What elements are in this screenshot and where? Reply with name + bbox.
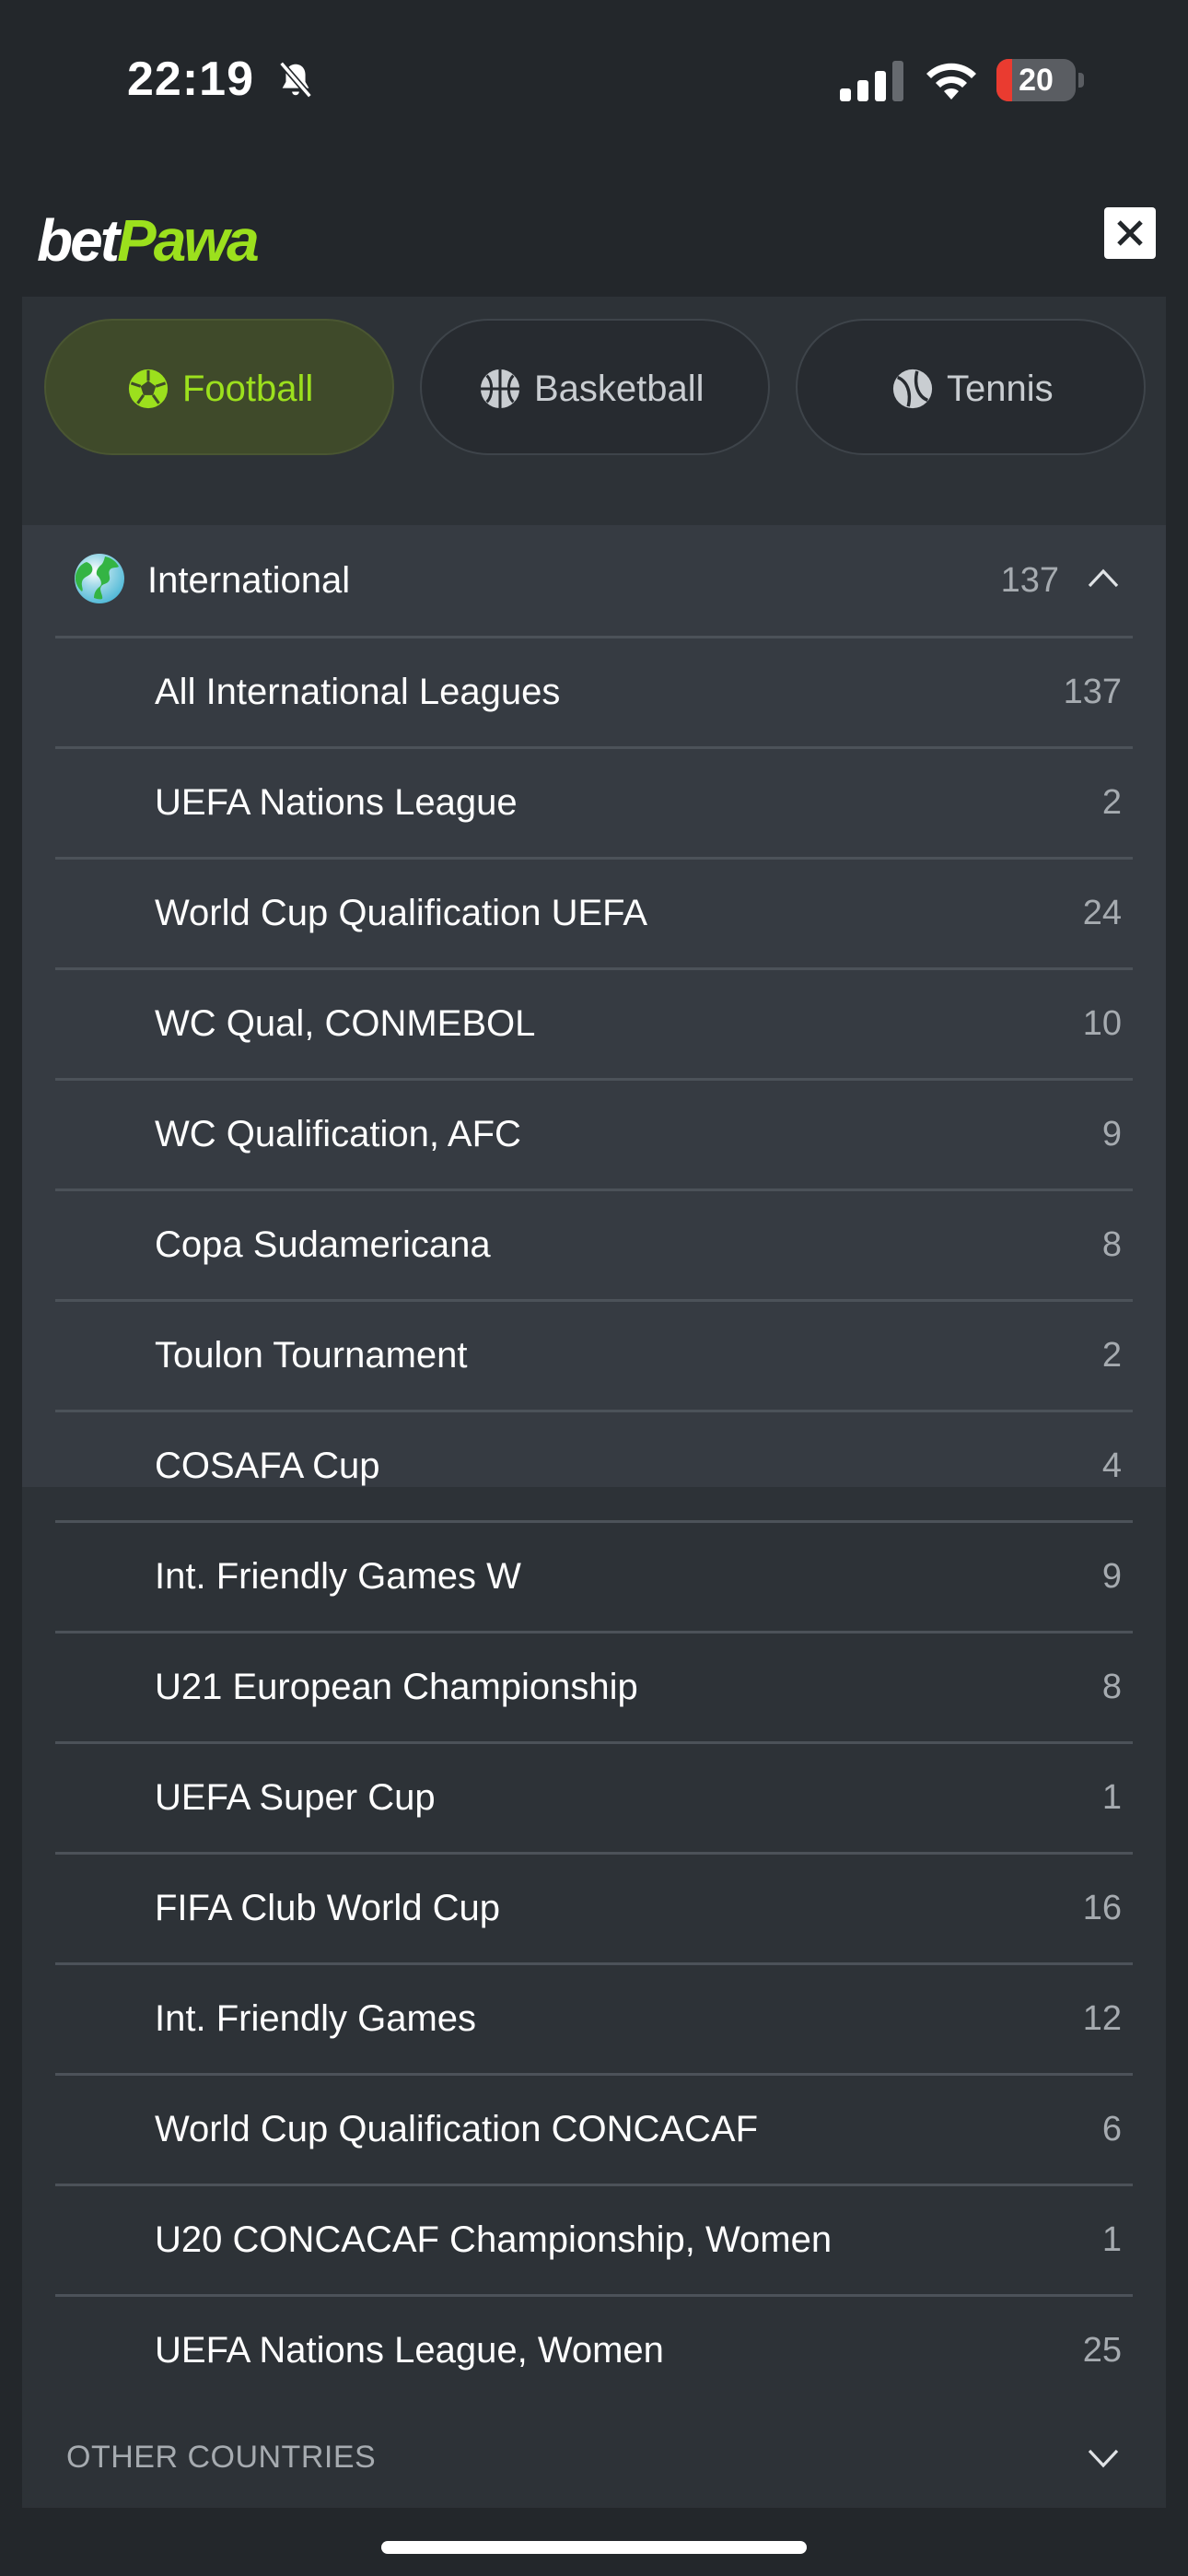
league-row[interactable]: World Cup Qualification CONCACAF 6 <box>55 2073 1133 2184</box>
basketball-icon <box>480 369 520 409</box>
league-count: 137 <box>1063 673 1122 711</box>
status-bar: 22:19 20 <box>0 0 1188 157</box>
league-row[interactable]: WC Qualification, AFC 9 <box>55 1078 1133 1188</box>
league-name: UEFA Super Cup <box>155 1777 436 1818</box>
tennis-icon <box>892 369 933 409</box>
league-name: World Cup Qualification CONCACAF <box>155 2109 759 2149</box>
league-row[interactable]: Copa Sudamericana 8 <box>55 1188 1133 1299</box>
tab-tennis-label: Tennis <box>947 369 1054 409</box>
league-count: 6 <box>1101 2110 1122 2149</box>
league-count: 8 <box>1101 1668 1122 1706</box>
tab-basketball[interactable]: Basketball <box>420 319 770 455</box>
league-count: 1 <box>1101 1778 1122 1817</box>
league-name: Int. Friendly Games W <box>155 1556 521 1597</box>
battery-icon: 20 <box>996 59 1085 101</box>
app-header: betPawa <box>0 184 1188 295</box>
tab-basketball-label: Basketball <box>534 369 705 409</box>
league-row[interactable]: UEFA Nations League, Women 25 <box>55 2294 1133 2405</box>
league-name: World Cup Qualification UEFA <box>155 893 648 933</box>
chevron-up-icon[interactable] <box>1087 566 1120 590</box>
chevron-down-icon[interactable] <box>1087 2447 1120 2469</box>
league-count: 8 <box>1101 1225 1122 1264</box>
league-count: 12 <box>1082 1999 1122 2038</box>
tab-football-label: Football <box>182 369 314 409</box>
league-count: 9 <box>1101 1115 1122 1153</box>
league-count: 1 <box>1101 2220 1122 2259</box>
league-row[interactable]: U21 European Championship 8 <box>55 1631 1133 1741</box>
league-row[interactable]: COSAFA Cup 4 <box>55 1410 1133 1520</box>
league-row[interactable]: Int. Friendly Games 12 <box>55 1962 1133 2073</box>
league-name: WC Qual, CONMEBOL <box>155 1003 536 1044</box>
league-row[interactable]: World Cup Qualification UEFA 24 <box>55 857 1133 967</box>
league-row[interactable]: All International Leagues 137 <box>55 636 1133 746</box>
close-icon <box>1117 220 1143 246</box>
international-group: International 137 All International Leag… <box>22 525 1166 2371</box>
league-count: 25 <box>1082 2331 1122 2370</box>
betpawa-logo[interactable]: betPawa <box>37 206 260 275</box>
league-row[interactable]: U20 CONCACAF Championship, Women 1 <box>55 2184 1133 2294</box>
wifi-icon <box>926 63 976 100</box>
league-list: All International Leagues 137 UEFA Nations… <box>55 636 1133 2405</box>
globe-icon <box>75 554 124 603</box>
league-row[interactable]: Toulon Tournament 2 <box>55 1299 1133 1410</box>
league-name: COSAFA Cup <box>155 1446 380 1486</box>
league-name: FIFA Club World Cup <box>155 1888 500 1928</box>
league-row[interactable]: Int. Friendly Games W 9 <box>55 1520 1133 1631</box>
league-name: Int. Friendly Games <box>155 1998 477 2039</box>
league-name: UEFA Nations League <box>155 782 518 823</box>
cellular-signal-icon <box>840 61 903 101</box>
league-count: 10 <box>1082 1004 1122 1043</box>
bell-slash-icon <box>279 61 312 99</box>
league-count: 16 <box>1082 1889 1122 1927</box>
league-row[interactable]: WC Qual, CONMEBOL 10 <box>55 967 1133 1078</box>
status-time: 22:19 <box>127 53 254 106</box>
battery-level: 20 <box>1019 63 1054 98</box>
football-icon <box>128 369 169 409</box>
league-name: Toulon Tournament <box>155 1335 468 1376</box>
league-count: 9 <box>1101 1557 1122 1596</box>
other-countries-section[interactable]: OTHER COUNTRIES <box>22 2406 1166 2508</box>
close-button[interactable] <box>1104 207 1156 259</box>
league-row[interactable]: UEFA Super Cup 1 <box>55 1741 1133 1852</box>
tab-tennis[interactable]: Tennis <box>796 319 1146 455</box>
group-count: 137 <box>1000 561 1059 600</box>
other-countries-label: OTHER COUNTRIES <box>66 2440 377 2475</box>
international-group-header[interactable]: International 137 <box>22 525 1166 636</box>
league-name: Copa Sudamericana <box>155 1224 491 1265</box>
league-name: UEFA Nations League, Women <box>155 2330 664 2371</box>
tab-football[interactable]: Football <box>44 319 394 455</box>
league-name: All International Leagues <box>155 672 561 712</box>
league-name: U21 European Championship <box>155 1667 638 1707</box>
league-name: U20 CONCACAF Championship, Women <box>155 2219 833 2260</box>
league-count: 4 <box>1101 1446 1122 1485</box>
league-name: WC Qualification, AFC <box>155 1114 521 1154</box>
league-count: 2 <box>1101 783 1122 822</box>
home-indicator[interactable] <box>381 2541 807 2554</box>
league-count: 2 <box>1101 1336 1122 1375</box>
league-row[interactable]: UEFA Nations League 2 <box>55 746 1133 857</box>
league-count: 24 <box>1082 894 1122 932</box>
group-title: International <box>147 560 351 601</box>
league-row[interactable]: FIFA Club World Cup 16 <box>55 1852 1133 1962</box>
sport-tabs: Football Basketball Tennis <box>22 319 1166 457</box>
